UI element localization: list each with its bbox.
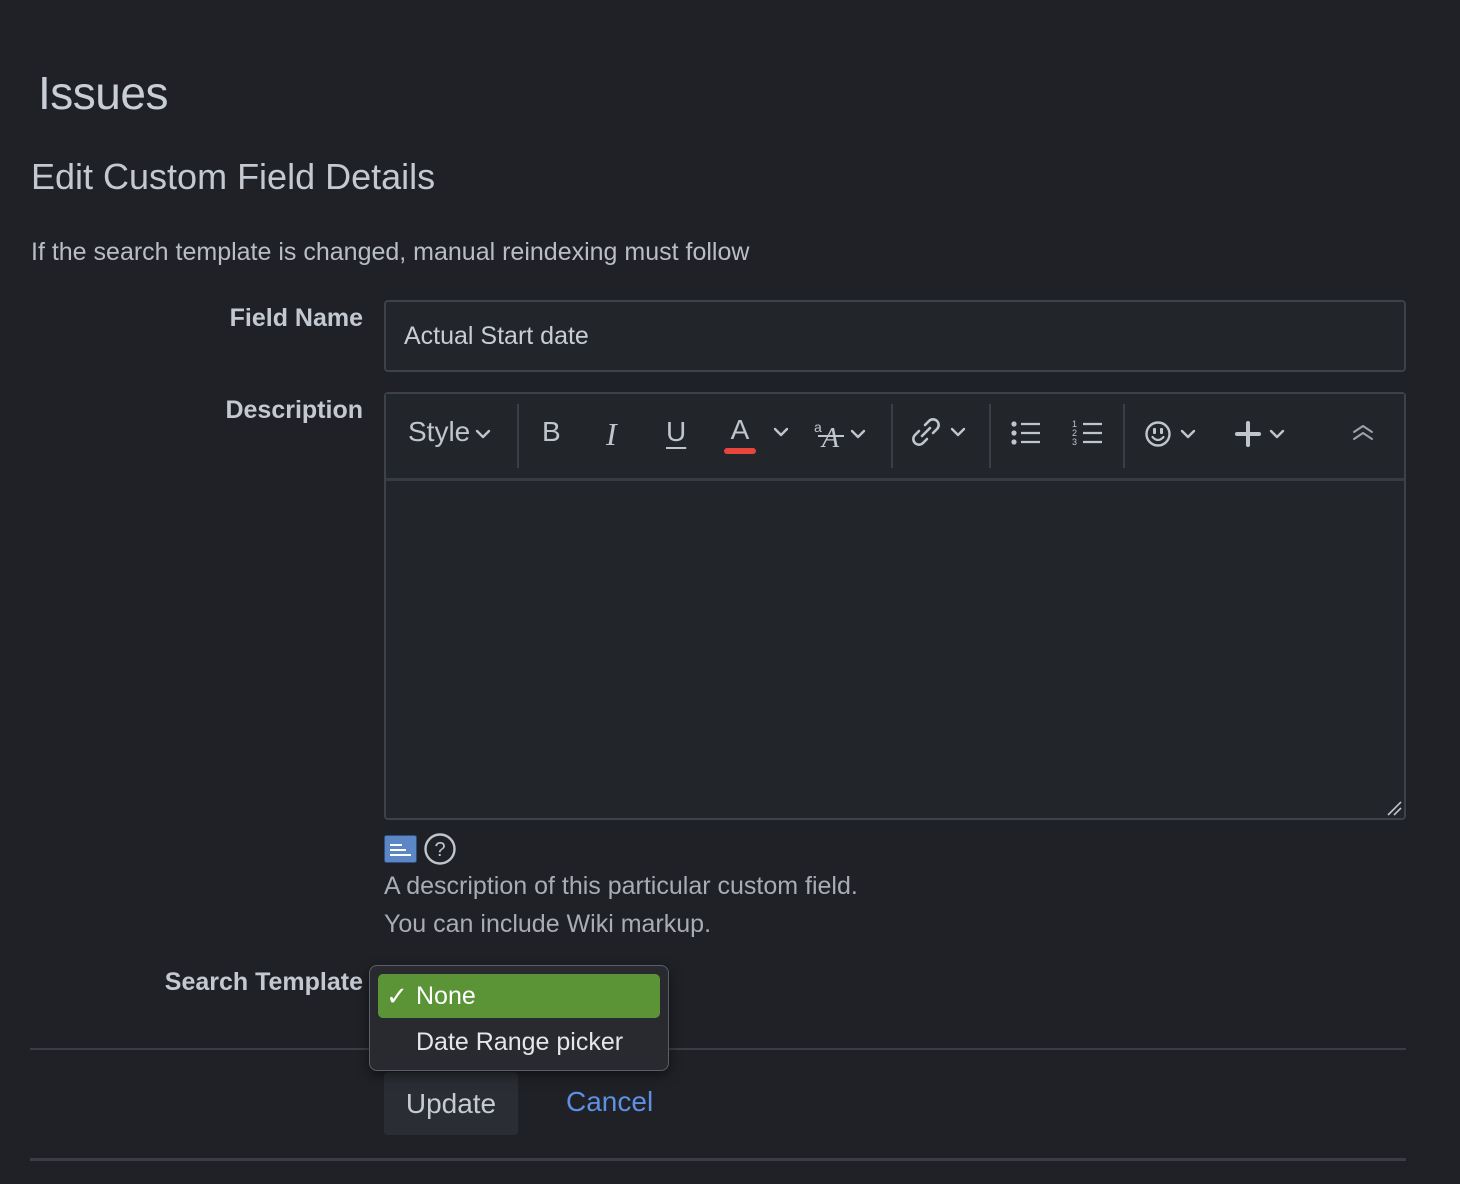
toolbar-separator — [517, 404, 519, 468]
bullet-list-button[interactable] — [1010, 418, 1042, 448]
chevron-down-icon — [476, 429, 491, 439]
bold-button[interactable]: B — [542, 416, 561, 448]
field-name-label: Field Name — [229, 304, 363, 332]
plus-icon — [1235, 421, 1285, 447]
svg-text:a: a — [814, 419, 822, 435]
toolbar-separator — [1123, 404, 1125, 468]
numbered-list-button[interactable]: 123 — [1072, 418, 1104, 448]
search-template-label: Search Template — [164, 968, 363, 996]
text-format-button[interactable]: a A — [812, 418, 870, 452]
divider — [30, 1048, 1406, 1050]
editor-help-icons: ? — [384, 832, 457, 866]
style-dropdown-button[interactable]: Style — [408, 416, 492, 448]
text-color-button[interactable]: A — [724, 414, 756, 454]
search-template-option-none[interactable]: ✓ None — [378, 974, 660, 1018]
underline-label: U — [666, 416, 687, 447]
intro-text: If the search template is changed, manua… — [31, 238, 750, 266]
search-template-dropdown: ✓ None Date Range picker — [369, 965, 669, 1071]
underline-button[interactable]: U — [666, 416, 686, 448]
help-icon[interactable]: ? — [423, 832, 457, 866]
update-button[interactable]: Update — [384, 1072, 518, 1135]
toolbar-separator — [891, 404, 893, 468]
style-label: Style — [408, 416, 471, 447]
svg-text:A: A — [820, 423, 840, 452]
toolbar-separator — [989, 404, 991, 468]
text-color-swatch — [724, 448, 756, 454]
collapse-toolbar-button[interactable] — [1350, 422, 1376, 446]
insert-more-button[interactable] — [1235, 418, 1291, 450]
svg-text:?: ? — [434, 839, 445, 861]
option-label: Date Range picker — [416, 1027, 624, 1056]
check-icon: ✓ — [386, 980, 408, 1011]
double-chevron-up-icon — [1353, 425, 1373, 440]
italic-button[interactable]: I — [606, 416, 617, 453]
cancel-link[interactable]: Cancel — [566, 1086, 653, 1118]
page-title: Issues — [38, 67, 168, 119]
description-editor: Style B I U A a A 1 2 3 — [384, 392, 1406, 820]
bullet-list-icon — [1011, 421, 1040, 445]
field-name-input[interactable] — [386, 302, 1404, 370]
bold-label: B — [542, 416, 561, 447]
numbered-list-icon: 123 — [1072, 419, 1102, 447]
emoji-button[interactable] — [1144, 418, 1200, 450]
description-help-line: You can include Wiki markup. — [384, 910, 712, 938]
chevron-down-icon — [773, 427, 789, 437]
text-color-dropdown[interactable] — [772, 426, 790, 438]
page: Issues Edit Custom Field Details If the … — [0, 0, 1460, 1184]
search-template-option-date-range-picker[interactable]: Date Range picker — [378, 1020, 660, 1064]
link-icon — [912, 418, 966, 446]
option-label: None — [416, 981, 476, 1010]
page-subtitle: Edit Custom Field Details — [31, 156, 436, 197]
text-color-label: A — [730, 414, 750, 445]
description-textarea[interactable] — [386, 481, 1404, 818]
description-help-line: A description of this particular custom … — [384, 872, 858, 900]
emoji-icon — [1145, 421, 1196, 447]
field-name-field — [384, 300, 1406, 372]
clear-formatting-icon: a A — [814, 419, 866, 452]
description-label: Description — [225, 396, 363, 424]
link-button[interactable] — [908, 416, 970, 450]
italic-label: I — [606, 416, 617, 452]
text-mode-icon[interactable] — [384, 835, 417, 863]
resize-handle-icon[interactable] — [1386, 800, 1402, 816]
divider — [30, 1158, 1406, 1161]
svg-text:3: 3 — [1072, 437, 1077, 447]
editor-toolbar: Style B I U A a A 1 2 3 — [386, 394, 1404, 481]
